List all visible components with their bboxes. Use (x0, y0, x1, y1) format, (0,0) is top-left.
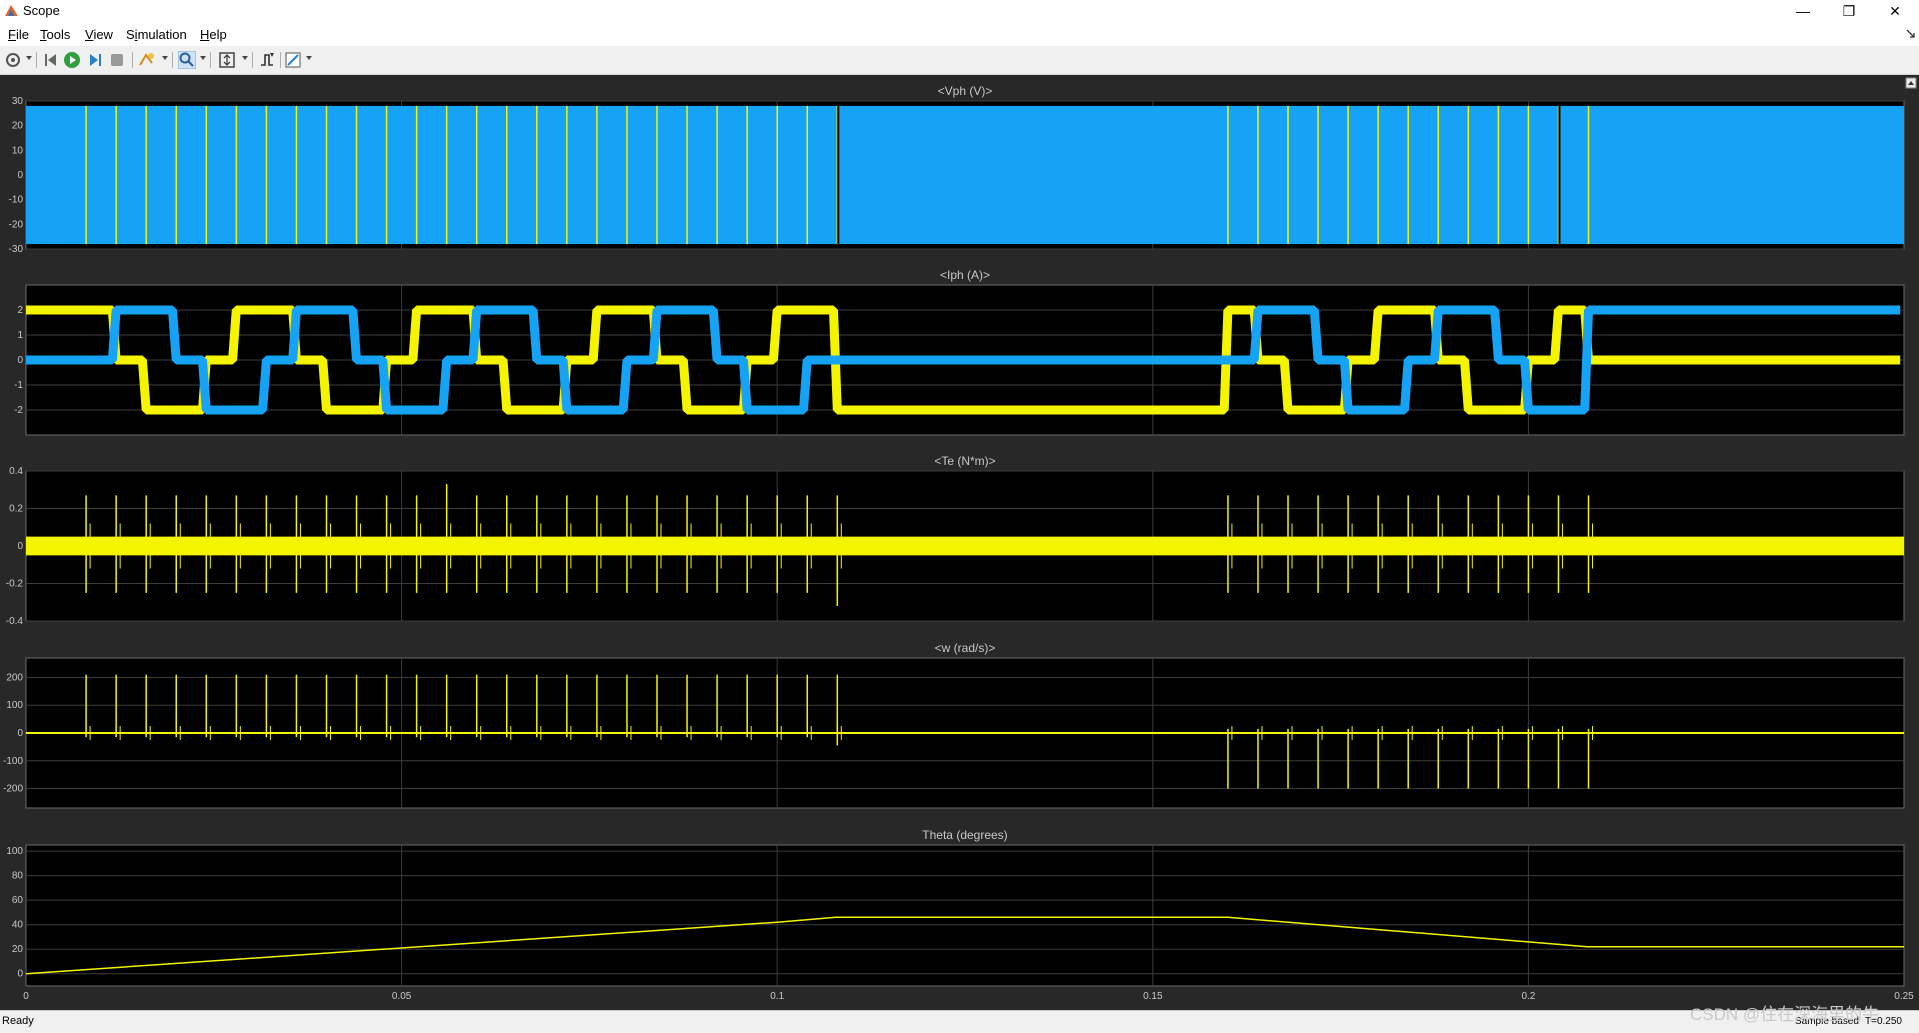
y-tick-label: 1 (17, 330, 23, 341)
y-tick-label: 30 (12, 96, 24, 107)
watermark-text: CSDN @住在深海里的牛 (1690, 1005, 1880, 1024)
y-tick-label: 0 (17, 728, 23, 739)
menu-view[interactable]: View (85, 27, 113, 42)
close-button[interactable]: ✕ (1872, 0, 1918, 22)
run-icon[interactable] (63, 51, 81, 69)
y-tick-label: -2 (14, 405, 23, 416)
expand-panel-icon[interactable] (1905, 77, 1917, 89)
x-tick-label: 0.2 (1521, 991, 1535, 1002)
highlight-icon[interactable] (138, 51, 156, 69)
x-tick-label: 0 (23, 991, 29, 1002)
triggers-icon[interactable] (258, 51, 276, 69)
x-tick-label: 0.15 (1143, 991, 1163, 1002)
x-tick-label: 0.05 (392, 991, 412, 1002)
undock-arrow-icon[interactable] (1906, 29, 1916, 39)
matlab-scope-icon (5, 5, 18, 16)
plot-title: <Iph (A)> (940, 268, 990, 282)
toolbar-separator (252, 52, 253, 68)
y-tick-label: 100 (6, 846, 23, 857)
plot-title: <Vph (V)> (938, 84, 993, 98)
plot-title: <w (rad/s)> (935, 641, 996, 655)
y-tick-label: 20 (12, 121, 24, 132)
y-tick-label: -20 (9, 219, 24, 230)
y-tick-label: -10 (9, 195, 24, 206)
y-tick-label: 20 (12, 944, 24, 955)
y-tick-label: 0.4 (9, 466, 23, 477)
status-text: Ready (2, 1015, 34, 1027)
stop-icon[interactable] (108, 51, 126, 69)
toolbar-separator (172, 52, 173, 68)
step-forward-icon[interactable] (86, 51, 104, 69)
y-tick-label: -200 (3, 784, 23, 795)
plot-title: Theta (degrees) (922, 828, 1007, 842)
toolbar-separator (132, 52, 133, 68)
menu-bar: File Tools View Simulation Help (0, 22, 1919, 46)
y-tick-label: 2 (17, 305, 23, 316)
y-tick-label: 0 (17, 170, 23, 181)
torque-ripple-band (26, 536, 1904, 556)
voltage-pwm-band (26, 105, 1904, 245)
toolbar-separator (210, 52, 211, 68)
plot-title: <Te (N*m)> (934, 454, 995, 468)
y-tick-label: 0 (17, 541, 23, 552)
scope-plots[interactable]: 3020100-10-20-30<Vph (V)>210-1-2<Iph (A)… (0, 75, 1919, 1010)
window-title: Scope (23, 3, 60, 18)
y-tick-label: 80 (12, 871, 24, 882)
settings-dropdown-icon[interactable] (26, 56, 32, 60)
y-tick-label: 100 (6, 700, 23, 711)
y-tick-label: -0.2 (6, 579, 24, 590)
plot-area[interactable] (25, 844, 1905, 987)
menu-tools[interactable]: Tools (40, 27, 70, 42)
y-tick-label: 0 (17, 355, 23, 366)
x-tick-label: 0.25 (1894, 991, 1914, 1002)
y-tick-label: 60 (12, 895, 24, 906)
menu-simulation[interactable]: Simulation (126, 27, 187, 42)
menu-help[interactable]: Help (200, 27, 227, 42)
y-tick-label: -0.4 (6, 616, 24, 627)
y-tick-label: 200 (6, 672, 23, 683)
scope-display-area: 30 20 10 0 -10 -20 -30 <Vph (V)> 2 1 0 -1 -2 <Iph (A)… (0, 75, 1919, 1010)
zoom-dropdown-icon[interactable] (200, 56, 206, 60)
toolbar-separator (280, 52, 281, 68)
toolbar (0, 46, 1919, 75)
zoom-icon[interactable] (178, 51, 196, 69)
y-tick-label: 10 (12, 145, 24, 156)
restore-button[interactable]: ❐ (1826, 0, 1872, 22)
y-tick-label: -30 (9, 244, 24, 255)
measure-dropdown-icon[interactable] (306, 56, 312, 60)
y-tick-label: 0 (17, 969, 23, 980)
measure-icon[interactable] (284, 51, 302, 69)
settings-icon[interactable] (4, 51, 22, 69)
y-tick-label: -100 (3, 756, 23, 767)
toolbar-separator (36, 52, 37, 68)
fit-axes-dropdown-icon[interactable] (242, 56, 248, 60)
minimize-button[interactable]: — (1780, 0, 1826, 22)
highlight-dropdown-icon[interactable] (162, 56, 168, 60)
status-bar: Ready Sample based T=0.250 (0, 1010, 1919, 1033)
y-tick-label: 40 (12, 920, 24, 931)
menu-file[interactable]: File (8, 27, 29, 42)
fit-axes-icon[interactable] (218, 51, 236, 69)
title-bar: Scope — ❐ ✕ (0, 0, 1919, 22)
y-tick-label: -1 (14, 380, 23, 391)
y-tick-label: 0.2 (9, 504, 23, 515)
step-back-icon[interactable] (42, 51, 60, 69)
x-tick-label: 0.1 (770, 991, 784, 1002)
